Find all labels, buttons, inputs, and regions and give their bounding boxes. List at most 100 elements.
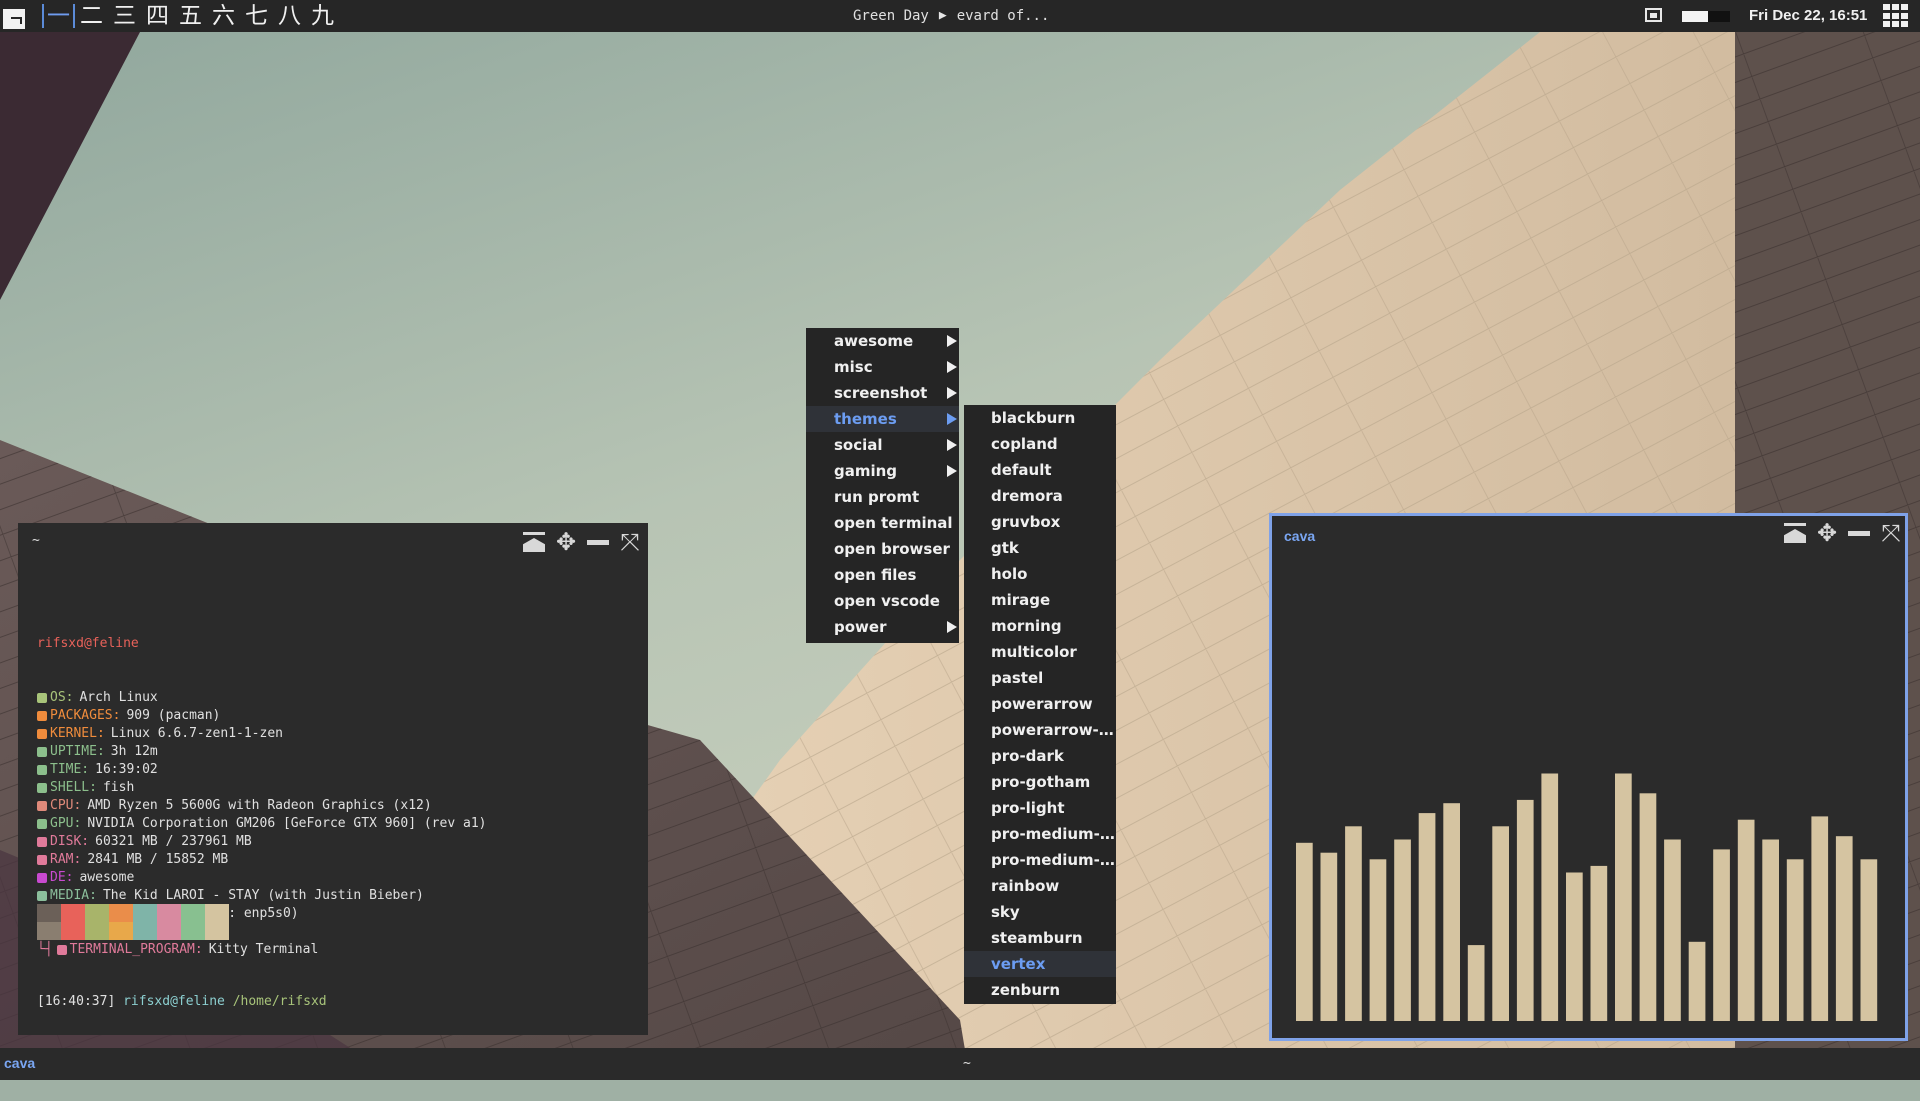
cava-bar [1296,842,1313,1021]
tag-8[interactable]: 八 [273,0,306,32]
info-value: 16:39:02 [95,762,158,777]
disk-icon [37,837,47,847]
awesome-launcher-icon[interactable] [0,0,32,32]
maximize-button[interactable]: ⤧ [618,530,642,554]
menu-item-themes[interactable]: themes [806,406,959,432]
cava-bar [1345,826,1362,1021]
menu-item-open-browser[interactable]: open browser [806,536,959,562]
theme-item[interactable]: zenburn [964,977,1116,1003]
tag-6[interactable]: 六 [207,0,240,32]
play-triangle-icon[interactable]: ▶ [939,0,947,32]
info-line: KERNEL: Linux 6.6.7-zen1-1-zen [37,725,486,743]
ontop-button[interactable] [522,530,546,554]
main-menu: awesome misc screenshot themes social gaming r… [806,328,959,643]
menu-item-open-terminal[interactable]: open terminal [806,510,959,536]
info-label: RAM: [50,852,82,867]
theme-item[interactable]: pastel [964,665,1116,691]
palette-swatch [157,922,181,940]
theme-item[interactable]: pro-medium-lig... [964,847,1116,873]
menu-item-misc[interactable]: misc [806,354,959,380]
theme-item[interactable]: copland [964,431,1116,457]
media-title: evard of... [956,8,1050,24]
theme-item[interactable]: multicolor [964,639,1116,665]
menu-item-gaming[interactable]: gaming [806,458,959,484]
info-line: DISK: 60321 MB / 237961 MB [37,833,486,851]
ontop-button[interactable] [1783,521,1807,545]
tag-9[interactable]: 九 [306,0,339,32]
tag-4[interactable]: 四 [141,0,174,32]
terminal-window[interactable]: ~ ✥ ⤧ rifsxd@feline OS: Arch Linux PACKAGE… [18,523,648,1063]
theme-item[interactable]: gtk [964,535,1116,561]
menu-item-label: open browser [834,540,950,558]
volume-bar[interactable] [1682,11,1730,22]
menu-item-label: power [834,618,887,636]
grid-layout-icon[interactable] [1883,4,1909,28]
cava-bar [1566,872,1583,1021]
linux-icon [37,729,47,739]
theme-item[interactable]: default [964,457,1116,483]
media-widget[interactable]: Green Day ▶ evard of... [853,0,1049,32]
cava-bar [1786,859,1804,1021]
monitor-icon[interactable] [1645,8,1662,22]
theme-item[interactable]: pro-light [964,795,1116,821]
cava-window[interactable]: cava ✥ ⤧ [1269,513,1908,1041]
clock[interactable]: Fri Dec 22, 16:51 [1749,0,1867,32]
minimize-button[interactable] [1847,521,1871,545]
menu-item-social[interactable]: social [806,432,959,458]
theme-item[interactable]: blackburn [964,405,1116,431]
theme-item[interactable]: morning [964,613,1116,639]
terminal-titlebar[interactable]: ~ ✥ ⤧ [18,523,648,561]
move-button[interactable]: ✥ [1815,521,1839,545]
cava-bar [1369,859,1387,1021]
menu-item-label: open vscode [834,592,940,610]
themes-submenu: blackburn copland default dremora gruvbox gtk… [964,405,1116,1004]
info-line: UPTIME: 3h 12m [37,743,486,761]
minimize-button[interactable] [586,530,610,554]
task-terminal[interactable]: ~ [963,1056,971,1071]
tag-5[interactable]: 五 [174,0,207,32]
menu-item-awesome[interactable]: awesome [806,328,959,354]
tag-3[interactable]: 三 [108,0,141,32]
theme-item[interactable]: vertex [964,951,1116,977]
theme-item[interactable]: sky [964,899,1116,925]
menu-item-run-promt[interactable]: run promt [806,484,959,510]
music-icon [37,891,47,901]
cava-bar [1443,803,1460,1021]
prompt-user: rifsxd@feline [123,994,225,1009]
maximize-button[interactable]: ⤧ [1879,521,1903,545]
submenu-arrow-icon [947,361,957,373]
menu-item-screenshot[interactable]: screenshot [806,380,959,406]
theme-item[interactable]: mirage [964,587,1116,613]
cava-bar [1590,865,1608,1021]
theme-item[interactable]: powerarrow [964,691,1116,717]
menu-item-label: social [834,436,883,454]
palette-swatch [205,904,229,922]
task-cava[interactable]: cava [4,1055,35,1071]
palette-swatch [157,904,181,922]
menu-item-open-files[interactable]: open files [806,562,959,588]
theme-item[interactable]: holo [964,561,1116,587]
theme-item[interactable]: powerarrow-da... [964,717,1116,743]
tag-1[interactable]: 一 [42,0,75,32]
theme-item[interactable]: gruvbox [964,509,1116,535]
move-button[interactable]: ✥ [554,530,578,554]
info-label: DE: [50,870,74,885]
theme-item[interactable]: rainbow [964,873,1116,899]
menu-item-label: awesome [834,332,914,350]
theme-item[interactable]: steamburn [964,925,1116,951]
info-line: MEDIA: The Kid LAROI - STAY (with Justin … [37,887,486,905]
clock-icon [37,765,47,775]
info-label: OS: [50,690,74,705]
tag-2[interactable]: 二 [75,0,108,32]
user-host: rifsxd@feline [37,636,139,651]
menu-item-power[interactable]: power [806,614,959,640]
theme-item[interactable]: dremora [964,483,1116,509]
media-artist: Green Day [853,8,929,24]
menu-item-open-vscode[interactable]: open vscode [806,588,959,614]
theme-item[interactable]: pro-medium-da... [964,821,1116,847]
theme-item[interactable]: pro-gotham [964,769,1116,795]
info-value: The Kid LAROI - STAY (with Justin Bieber… [102,888,424,903]
tag-7[interactable]: 七 [240,0,273,32]
info-line: RAM: 2841 MB / 15852 MB [37,851,486,869]
theme-item[interactable]: pro-dark [964,743,1116,769]
